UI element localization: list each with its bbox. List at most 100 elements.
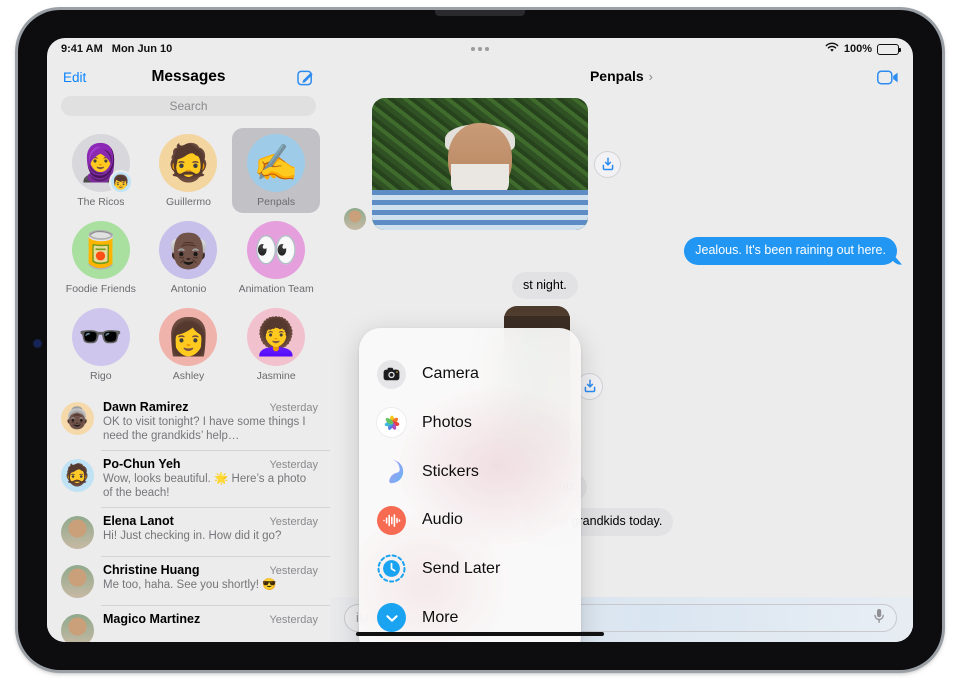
pinned-conversation-animation-team[interactable]: 👀 Animation Team bbox=[232, 215, 320, 300]
menu-item-label: Audio bbox=[422, 511, 463, 529]
timestamp: Yesterday bbox=[269, 565, 318, 578]
menu-item-send-later[interactable]: Send Later bbox=[359, 554, 581, 583]
list-item[interactable]: Elena Lanot Yesterday Hi! Just checking … bbox=[47, 507, 330, 556]
compose-icon[interactable] bbox=[297, 69, 314, 86]
pinned-conversation-penpals[interactable]: ✍️ Penpals bbox=[232, 128, 320, 213]
contact-name: Elena Lanot bbox=[103, 514, 174, 529]
message-preview: Wow, looks beautiful. 🌟 Here’s a photo o… bbox=[103, 473, 307, 500]
contact-name: Magico Martinez bbox=[103, 612, 201, 627]
sidebar-nav-bar: Edit Messages bbox=[47, 60, 330, 94]
chat-nav-bar: Penpals › bbox=[330, 60, 913, 94]
avatar bbox=[61, 565, 94, 599]
dot bbox=[471, 47, 475, 51]
pinned-conversation-the-ricos[interactable]: 🧕 👦 The Ricos bbox=[57, 128, 145, 213]
search-input[interactable]: Search bbox=[61, 96, 316, 116]
stickers-icon bbox=[377, 457, 406, 486]
avatar-photo bbox=[61, 614, 94, 642]
pin-emoji: 👀 bbox=[253, 229, 299, 270]
battery-icon bbox=[877, 43, 901, 55]
conversation-title-text: Penpals bbox=[589, 67, 644, 84]
pinned-conversation-jasmine[interactable]: 👩‍🦱 Jasmine bbox=[232, 302, 320, 387]
save-to-photos-icon[interactable] bbox=[594, 150, 621, 178]
conversation-title[interactable]: Penpals › bbox=[590, 68, 653, 86]
status-date: Mon Jun 10 bbox=[111, 43, 173, 55]
contact-name: Po-Chun Yeh bbox=[103, 457, 181, 472]
ipad-device-frame: 9:41 AM Mon Jun 10 100% Edit Messages Se… bbox=[18, 10, 942, 670]
conversation-content: Dawn Ramirez Yesterday OK to visit tonig… bbox=[103, 400, 318, 443]
menu-item-camera[interactable]: Camera bbox=[359, 359, 581, 389]
avatar-emoji: 👵🏿 bbox=[64, 406, 91, 430]
status-bar-right: 100% bbox=[825, 42, 901, 56]
list-item[interactable]: 🧔 Po-Chun Yeh Yesterday Wow, looks beaut… bbox=[47, 450, 330, 507]
avatar-photo bbox=[61, 565, 94, 599]
pinned-conversation-antonio[interactable]: 👴🏿 Antonio bbox=[145, 215, 233, 300]
dot bbox=[478, 47, 482, 51]
edit-button[interactable]: Edit bbox=[63, 70, 86, 85]
messages-sidebar: Edit Messages Search 🧕 👦 The Ricos 🧔 Gui… bbox=[47, 60, 330, 642]
pinned-label: Antonio bbox=[170, 283, 207, 295]
list-item[interactable]: Magico Martinez Yesterday bbox=[47, 605, 330, 642]
conversation-header: Magico Martinez Yesterday bbox=[103, 612, 318, 626]
menu-item-label: Camera bbox=[422, 365, 479, 383]
menu-item-stickers[interactable]: Stickers bbox=[359, 457, 581, 486]
message-bubble-outgoing[interactable]: Jealous. It's been raining out here. bbox=[684, 237, 897, 265]
facetime-video-icon[interactable] bbox=[877, 70, 898, 84]
avatar bbox=[344, 208, 366, 230]
avatar: 🧔 bbox=[61, 459, 94, 493]
pin-emoji: 🕶️ bbox=[78, 316, 124, 357]
pinned-conversation-rigo[interactable]: 🕶️ Rigo bbox=[57, 302, 145, 387]
pinned-label: Penpals bbox=[257, 196, 296, 208]
message-photo-attachment[interactable] bbox=[372, 98, 588, 230]
multitasking-controls-icon[interactable] bbox=[471, 47, 489, 51]
pinned-conversations-grid: 🧕 👦 The Ricos 🧔 Guillermo ✍️ Penpals 🥫 F… bbox=[47, 122, 330, 389]
device-notch bbox=[435, 10, 525, 16]
conversation-content: Elena Lanot Yesterday Hi! Just checking … bbox=[103, 514, 318, 549]
avatar: 🧔 bbox=[159, 134, 218, 192]
pinned-conversation-foodie-friends[interactable]: 🥫 Foodie Friends bbox=[57, 215, 145, 300]
microphone-icon[interactable] bbox=[873, 608, 885, 629]
message-bubble-incoming[interactable]: st night. bbox=[512, 271, 578, 300]
list-item[interactable]: 👵🏿 Dawn Ramirez Yesterday OK to visit to… bbox=[47, 393, 330, 450]
search-placeholder: Search bbox=[169, 99, 208, 113]
conversation-header: Elena Lanot Yesterday bbox=[103, 514, 318, 528]
dot bbox=[485, 47, 489, 51]
status-bar-left: 9:41 AM Mon Jun 10 bbox=[61, 43, 172, 55]
message-preview: Hi! Just checking in. How did it go? bbox=[103, 530, 282, 543]
conversation-content: Christine Huang Yesterday Me too, haha. … bbox=[103, 563, 318, 598]
menu-item-label: Photos bbox=[422, 413, 472, 431]
pinned-label: Guillermo bbox=[166, 196, 211, 208]
pinned-label: Foodie Friends bbox=[65, 283, 136, 295]
message-preview: Me too, haha. See you shortly! 😎 bbox=[103, 579, 277, 592]
pin-emoji: 🥫 bbox=[78, 229, 124, 270]
avatar: ✍️ bbox=[247, 134, 306, 192]
list-item[interactable]: Christine Huang Yesterday Me too, haha. … bbox=[47, 556, 330, 605]
pinned-label: Ashley bbox=[172, 370, 205, 382]
pinned-conversation-guillermo[interactable]: 🧔 Guillermo bbox=[145, 128, 233, 213]
menu-item-more[interactable]: More bbox=[359, 603, 581, 633]
menu-item-label: Send Later bbox=[422, 559, 501, 577]
message-row bbox=[344, 98, 897, 230]
avatar: 👩 bbox=[159, 308, 218, 366]
timestamp: Yesterday bbox=[269, 614, 318, 627]
home-indicator[interactable] bbox=[356, 632, 604, 636]
chevron-right-icon: › bbox=[648, 68, 654, 84]
avatar: 👀 bbox=[247, 221, 306, 279]
menu-item-photos[interactable]: Photos bbox=[359, 408, 581, 438]
wifi-icon bbox=[825, 42, 839, 56]
photo-detail bbox=[372, 190, 588, 230]
menu-item-audio[interactable]: Audio bbox=[359, 505, 581, 535]
avatar: 🕶️ bbox=[71, 308, 130, 366]
photo-hedge-selfie bbox=[372, 98, 588, 230]
timestamp: Yesterday bbox=[269, 516, 318, 529]
pinned-conversation-ashley[interactable]: 👩 Ashley bbox=[145, 302, 233, 387]
battery-percent: 100% bbox=[843, 43, 872, 55]
status-time: 9:41 AM bbox=[61, 43, 103, 55]
avatar: 👴🏿 bbox=[159, 221, 218, 279]
message-row: Jealous. It's been raining out here. bbox=[344, 237, 897, 265]
avatar-emoji: 🧔 bbox=[64, 463, 91, 487]
pinned-label: Animation Team bbox=[238, 283, 314, 295]
photos-icon bbox=[377, 408, 406, 438]
ipad-screen: 9:41 AM Mon Jun 10 100% Edit Messages Se… bbox=[47, 38, 913, 642]
send-later-clock-icon bbox=[377, 554, 406, 583]
pin-emoji: ✍️ bbox=[253, 142, 299, 183]
